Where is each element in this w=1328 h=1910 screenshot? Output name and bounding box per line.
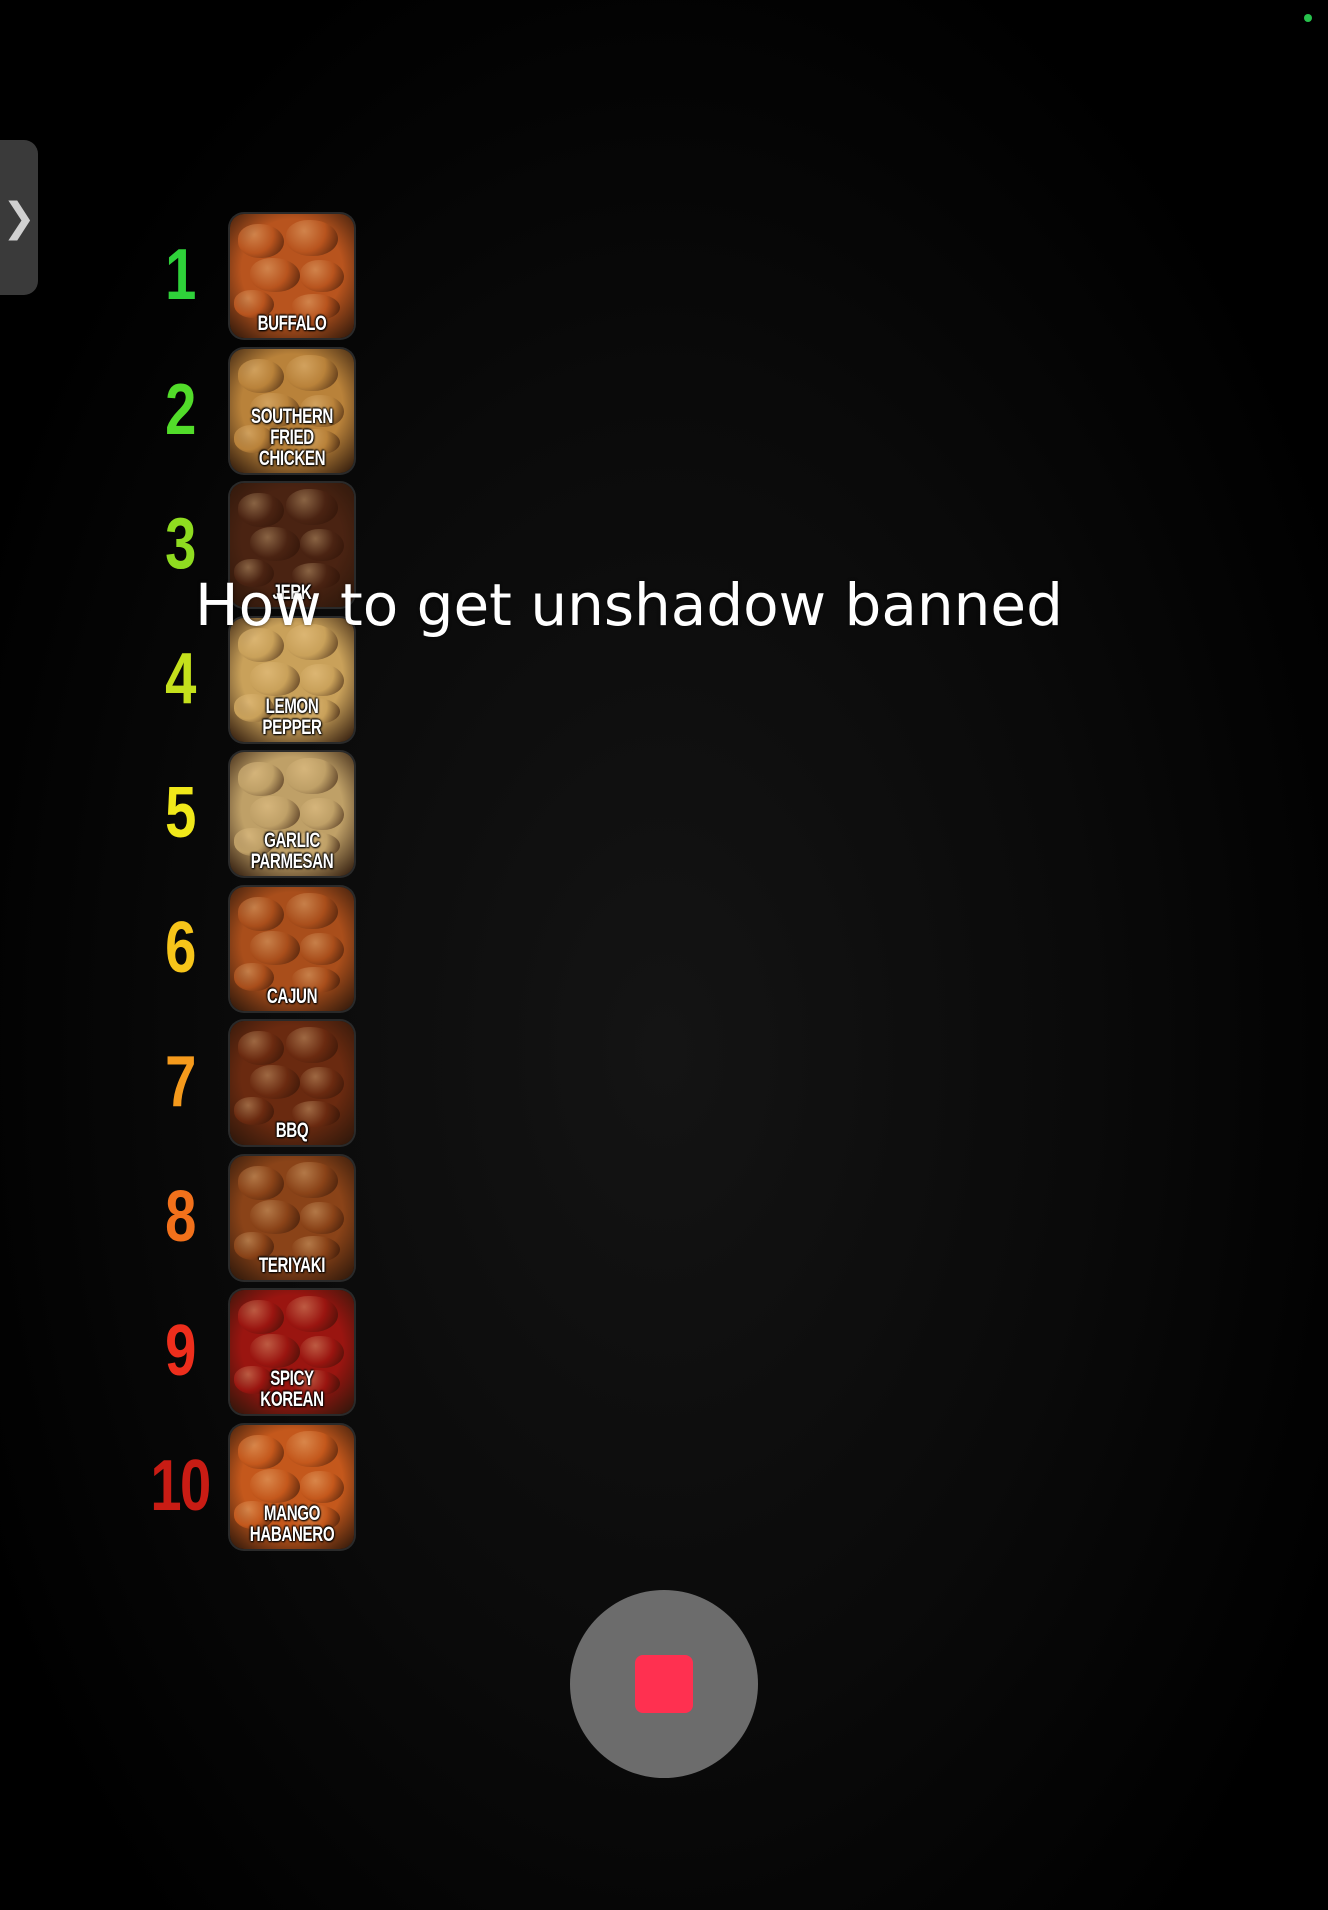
- tier-list: 1 BUFFALO 2 SOUTHERN FRIED CHICKEN 3 JERK 4 LEM…: [140, 212, 380, 1557]
- wing-piece: [250, 661, 300, 696]
- wing-piece: [238, 1031, 284, 1065]
- tier-row: 8 TERIYAKI: [140, 1154, 380, 1289]
- flavor-label: MANGO HABANERO: [249, 1501, 335, 1546]
- wing-piece: [300, 798, 344, 830]
- wing-piece: [250, 258, 300, 292]
- caption-text: How to get unshadow banned: [195, 571, 1063, 639]
- wing-flavor-thumbnail: SOUTHERN FRIED CHICKEN: [230, 348, 354, 473]
- wing-flavor-thumbnail: MANGO HABANERO: [230, 1424, 354, 1549]
- wing-piece: [300, 1336, 344, 1368]
- wing-piece: [286, 220, 338, 256]
- wing-piece: [250, 1199, 300, 1234]
- wing-piece: [286, 489, 338, 525]
- chevron-right-icon: ❯: [2, 194, 36, 241]
- tier-rank-number: 5: [165, 773, 196, 853]
- tier-row: 5 GARLIC PARMESAN: [140, 750, 380, 885]
- wing-flavor-thumbnail: BUFFALO: [230, 214, 354, 338]
- wing-piece: [238, 762, 284, 796]
- wing-piece: [238, 1434, 284, 1469]
- wing-flavor-thumbnail: TERIYAKI: [230, 1155, 354, 1280]
- stop-recording-button[interactable]: [570, 1590, 758, 1778]
- flavor-label: BBQ: [275, 1119, 309, 1142]
- tier-row: 2 SOUTHERN FRIED CHICKEN: [140, 347, 380, 482]
- wing-piece: [250, 796, 300, 830]
- wing-piece: [238, 1300, 284, 1334]
- wing-piece: [286, 1027, 338, 1063]
- wing-piece: [250, 1468, 300, 1503]
- wing-piece: [300, 260, 344, 292]
- flavor-label: GARLIC PARMESAN: [250, 829, 334, 873]
- tier-row: 7 BBQ: [140, 1019, 380, 1154]
- flavor-label: CAJUN: [266, 984, 318, 1008]
- tier-rank-number: 10: [150, 1445, 211, 1526]
- wing-piece: [238, 358, 284, 393]
- tier-rank-number: 9: [165, 1311, 196, 1391]
- wing-piece: [238, 493, 284, 527]
- wing-piece: [300, 1067, 344, 1099]
- wing-piece: [238, 896, 284, 931]
- wing-piece: [300, 529, 344, 561]
- wing-flavor-thumbnail: SPICY KOREAN: [230, 1290, 354, 1414]
- wing-piece: [250, 1334, 300, 1368]
- tier-rank-number: 2: [165, 369, 196, 450]
- tier-rank-number: 4: [165, 638, 196, 719]
- flavor-label: SPICY KOREAN: [260, 1367, 324, 1411]
- wing-piece: [250, 930, 300, 965]
- wing-flavor-thumbnail: GARLIC PARMESAN: [230, 752, 354, 876]
- wing-piece: [250, 527, 300, 561]
- camera-screen: ❯ 1 BUFFALO 2 SOUTHERN FRIED CHICKEN 3 JERK 4 L…: [0, 0, 1328, 1910]
- wing-piece: [238, 1165, 284, 1200]
- wing-piece: [300, 663, 344, 696]
- tier-row: 10 MANGO HABANERO: [140, 1423, 380, 1558]
- wing-piece: [286, 1430, 338, 1467]
- tier-row: 6 CAJUN: [140, 885, 380, 1020]
- flavor-label: TERIYAKI: [258, 1253, 326, 1277]
- wing-piece: [286, 354, 338, 391]
- tier-row: 1 BUFFALO: [140, 212, 380, 347]
- wing-piece: [286, 758, 338, 794]
- wing-piece: [250, 1065, 300, 1099]
- tier-rank-number: 6: [165, 907, 196, 988]
- tier-row: 9 SPICY KOREAN: [140, 1288, 380, 1423]
- wing-piece: [286, 1161, 338, 1198]
- tier-rank-number: 1: [165, 235, 196, 315]
- recording-indicator-dot: [1304, 14, 1312, 22]
- wing-piece: [300, 1201, 344, 1234]
- stop-icon: [635, 1655, 693, 1713]
- wing-piece: [300, 932, 344, 965]
- tier-rank-number: 8: [165, 1176, 196, 1257]
- wing-flavor-thumbnail: BBQ: [230, 1021, 354, 1145]
- flavor-label: LEMON PEPPER: [262, 694, 322, 739]
- wing-piece: [286, 1296, 338, 1332]
- wing-flavor-thumbnail: CAJUN: [230, 886, 354, 1011]
- wing-piece: [286, 892, 338, 929]
- side-panel-handle[interactable]: ❯: [0, 140, 38, 295]
- flavor-label: SOUTHERN FRIED CHICKEN: [251, 404, 333, 470]
- tier-rank-number: 7: [165, 1042, 196, 1122]
- wing-piece: [238, 224, 284, 258]
- flavor-label: BUFFALO: [257, 312, 327, 335]
- wing-piece: [300, 1470, 344, 1503]
